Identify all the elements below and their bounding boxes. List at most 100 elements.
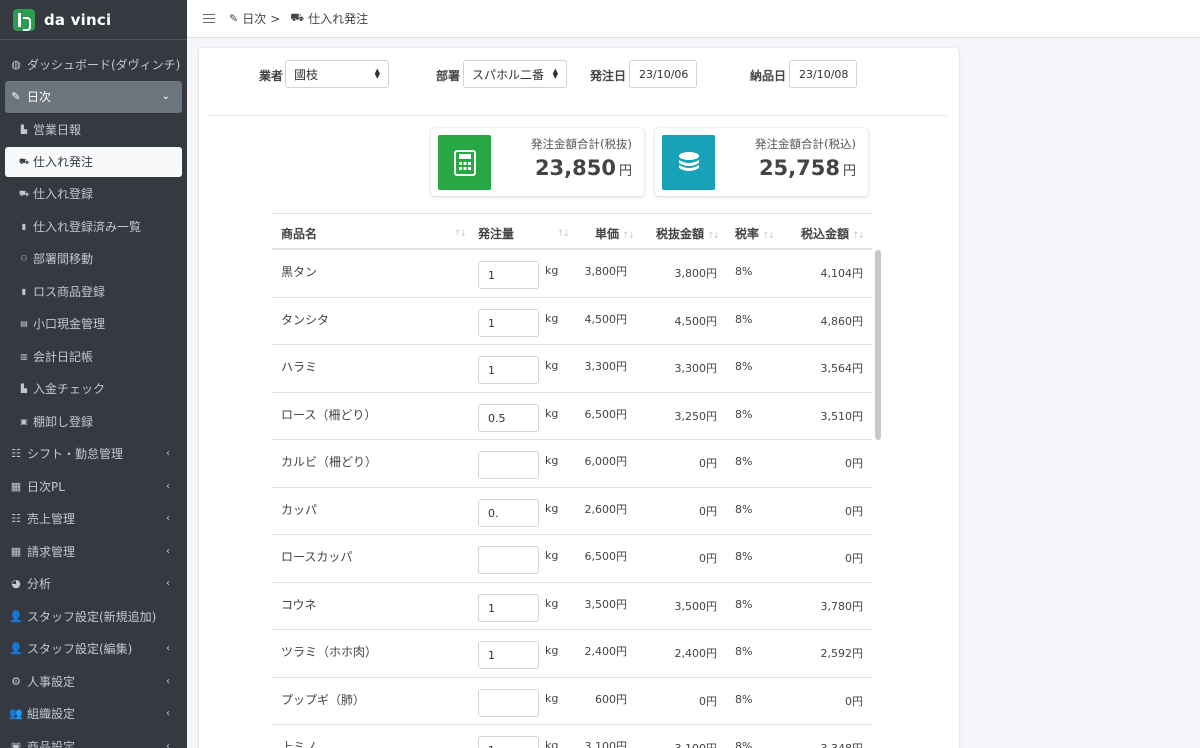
- quantity-input[interactable]: 1: [478, 593, 539, 622]
- quantity-input[interactable]: [478, 688, 539, 717]
- unit-label: kg: [545, 644, 559, 657]
- quantity-input[interactable]: 0.5: [478, 403, 539, 432]
- sidebar-item[interactable]: 👤 スタッフ設定(編集) ‹: [5, 633, 182, 666]
- chevron-down-icon: ⌄: [161, 91, 170, 103]
- sidebar-item[interactable]: ▦ 日次PL ‹: [5, 470, 182, 503]
- sidebar-subitem-label: 会計日記帳: [33, 349, 94, 364]
- unit-price: 2,600円: [584, 502, 628, 516]
- table-row: タンシタ 1 kg 4,500円 4,500円 8% 4,860円: [272, 298, 872, 345]
- order-date-input[interactable]: 23/10/06: [629, 60, 697, 88]
- sidebar: da vinci ◍ ダッシュボード(ダヴィンチ) ✎ 日次 ⌄ ▙ 営業日報 ⛟ 仕入れ発注 ⛟…: [0, 0, 187, 748]
- amount-in-tax: 0円: [845, 504, 863, 518]
- unit-label: kg: [545, 501, 559, 515]
- unit-label: kg: [545, 264, 559, 277]
- sidebar-item[interactable]: 👤 スタッフ設定(新規追加): [5, 600, 182, 633]
- breadcrumb-parent[interactable]: 日次: [242, 10, 266, 27]
- col-in-tax[interactable]: 税込金額 ↑↓: [801, 225, 865, 242]
- summary-in-tax: 発注金額合計(税込) 25,758 円: [655, 128, 868, 196]
- sort-icon: ↑↓: [622, 231, 635, 241]
- menu-toggle-icon[interactable]: [203, 14, 215, 23]
- table-row: プップギ（肺） kg 600円 0円 8% 0円: [272, 678, 872, 725]
- table-row: コウネ 1 kg 3,500円 3,500円 8% 3,780円: [272, 583, 872, 630]
- table-row: カルビ（柵どり） kg 6,000円 0円 8% 0円: [272, 440, 872, 488]
- table-row: ロースカッパ kg 6,500円 0円 8% 0円: [272, 535, 872, 583]
- tax-rate: 8%: [735, 550, 753, 563]
- delivery-date-input[interactable]: 23/10/08: [789, 60, 857, 88]
- col-ex-tax[interactable]: 税抜金額 ↑↓: [656, 225, 720, 242]
- product-name: タンシタ: [281, 312, 330, 327]
- topbar: ✎ 日次 > ⛟ 仕入れ発注: [187, 0, 1200, 38]
- unit-label: kg: [545, 406, 559, 420]
- table-row: 黒タン 1 kg 3,800円 3,800円 8% 4,104円: [272, 250, 872, 298]
- brand[interactable]: da vinci: [0, 0, 187, 40]
- amount-ex-tax: 3,500円: [674, 599, 718, 613]
- sidebar-subitem[interactable]: ▮ 仕入れ登録済み一覧: [5, 210, 182, 243]
- sidebar-subitem-label: 仕入れ登録済み一覧: [33, 219, 142, 234]
- unit-price: 6,000円: [584, 455, 628, 468]
- summary-in-tax-value: 25,758 円: [758, 156, 856, 180]
- quantity-input[interactable]: 1: [478, 736, 539, 748]
- col-qty[interactable]: 発注量: [478, 225, 514, 242]
- sidebar-subitem[interactable]: ⛟ 仕入れ登録: [5, 178, 182, 211]
- sidebar-subitem[interactable]: ▤ 小口現金管理: [5, 308, 182, 341]
- vendor-select[interactable]: 國枝 ▲ ▼: [285, 60, 389, 88]
- quantity-input[interactable]: 1: [478, 356, 539, 384]
- sort-icon[interactable]: ↑↓: [451, 225, 467, 239]
- unit-price: 3,300円: [584, 360, 628, 373]
- sidebar-subitem[interactable]: ⚇ 部署間移動: [5, 243, 182, 276]
- col-price[interactable]: 単価 ↑↓: [595, 225, 635, 242]
- sidebar-item[interactable]: ▣ 商品設定 ‹: [5, 730, 182, 748]
- sidebar-item[interactable]: ⚙ 人事設定 ‹: [5, 665, 182, 698]
- dept-select[interactable]: スパホル二番 ▲ ▼: [463, 60, 567, 88]
- sidebar-item[interactable]: ☷ 売上管理 ‹: [5, 503, 182, 536]
- coins-stack-icon: ▙: [20, 384, 28, 394]
- chevron-left-icon: ‹: [166, 545, 170, 557]
- sidebar-subitem[interactable]: ▙ 営業日報: [5, 113, 182, 146]
- filter-bar: 業者 國枝 ▲ ▼ 部署 スパホル二番 ▲ ▼ 発注日 23/10/06 納品日 2…: [199, 48, 959, 116]
- users-icon: 👥: [9, 707, 23, 721]
- amount-in-tax: 2,592円: [820, 647, 864, 660]
- product-name: 上ミノ: [281, 740, 318, 748]
- sidebar-subitem[interactable]: ▣ 棚卸し登録: [5, 405, 182, 438]
- table-row: ツラミ（ホホ肉） 1 kg 2,400円 2,400円 8% 2,592円: [272, 630, 872, 678]
- unit-label: kg: [545, 739, 559, 748]
- chevron-left-icon: ‹: [166, 740, 170, 748]
- quantity-input[interactable]: [478, 451, 539, 479]
- sidebar-item[interactable]: ☷ シフト・勤怠管理 ‹: [5, 438, 182, 471]
- chevron-left-icon: ‹: [166, 448, 170, 460]
- book-icon: ▥: [20, 351, 28, 361]
- quantity-input[interactable]: [478, 546, 539, 574]
- sidebar-item-label: シフト・勤怠管理: [27, 447, 124, 462]
- quantity-input[interactable]: 0.: [478, 498, 539, 527]
- sidebar-subitem[interactable]: ▥ 会計日記帳: [5, 340, 182, 373]
- tax-rate: 8%: [735, 312, 753, 326]
- sidebar-item[interactable]: 👥 組織設定 ‹: [5, 698, 182, 731]
- sidebar-subitem[interactable]: ▮ ロス商品登録: [5, 275, 182, 308]
- sidebar-subitem[interactable]: ▙ 入金チェック: [5, 373, 182, 406]
- col-rate[interactable]: 税率 ↑↓: [735, 225, 775, 242]
- select-caret-icon: ▲ ▼: [552, 67, 558, 80]
- sort-icon[interactable]: ↑↓: [554, 225, 570, 239]
- amount-ex-tax: 2,400円: [674, 647, 718, 660]
- sidebar-item[interactable]: ◍ ダッシュボード(ダヴィンチ): [5, 48, 182, 81]
- sidebar-item[interactable]: ▦ 請求管理 ‹: [5, 535, 182, 568]
- edit-icon: ✎: [229, 12, 239, 25]
- quantity-input[interactable]: 1: [478, 261, 539, 289]
- quantity-input[interactable]: 1: [478, 308, 539, 337]
- sidebar-item[interactable]: ◕ 分析 ‹: [5, 568, 182, 601]
- user-plus-icon: 👤: [9, 609, 23, 623]
- amount-in-tax: 0円: [845, 694, 863, 708]
- sidebar-subitem[interactable]: ⛟ 仕入れ発注: [5, 146, 182, 177]
- product-name: カルビ（柵どり）: [281, 455, 378, 469]
- table-scrollbar[interactable]: [875, 250, 881, 440]
- col-name[interactable]: 商品名: [281, 225, 317, 242]
- list-check-icon: ☷: [11, 512, 21, 526]
- quantity-input[interactable]: 1: [478, 641, 539, 669]
- table-row: ハラミ 1 kg 3,300円 3,300円 8% 3,564円: [272, 345, 872, 393]
- sidebar-subitem-label: 仕入れ登録: [33, 187, 94, 202]
- unit-price: 6,500円: [584, 550, 628, 563]
- chevron-left-icon: ‹: [166, 708, 170, 720]
- sidebar-item[interactable]: ✎ 日次 ⌄: [5, 80, 182, 113]
- breadcrumb-current: 仕入れ発注: [308, 12, 369, 26]
- sidebar-subitem-label: 棚卸し登録: [33, 414, 94, 429]
